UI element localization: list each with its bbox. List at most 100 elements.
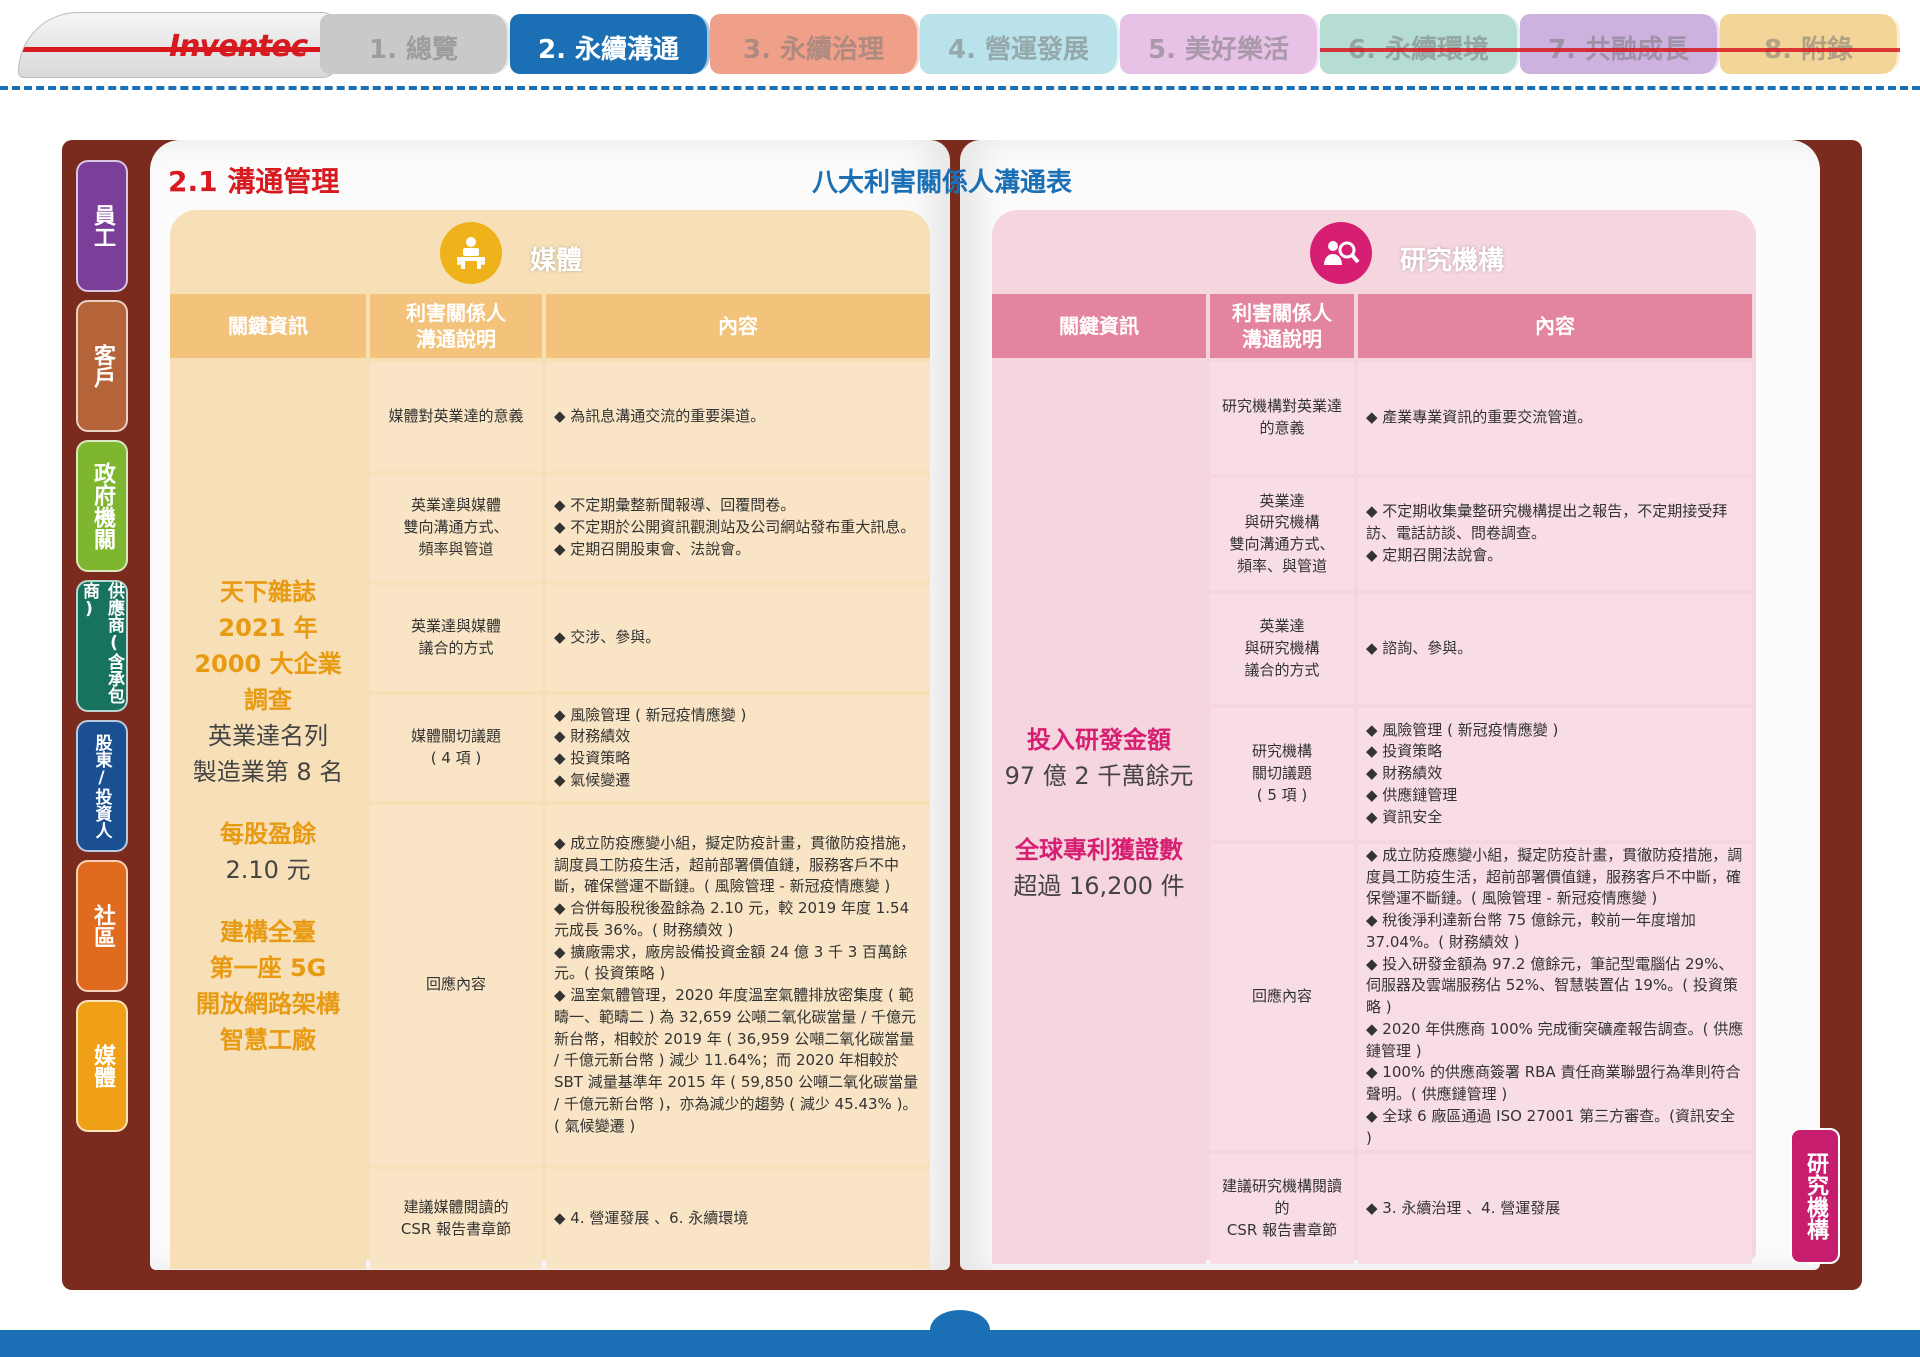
row-content: ◆ 產業專業資訊的重要交流管道。: [1358, 362, 1752, 474]
side-tab-4[interactable]: 供應商(含承包商): [76, 580, 128, 712]
row-description: 回應內容: [1210, 844, 1354, 1150]
header-key-info: 關鍵資訊: [170, 294, 366, 358]
row-content: ◆ 成立防疫應變小組，擬定防疫計畫，貫徹防疫措施，調度員工防疫生活，超前部署價值…: [1358, 844, 1752, 1150]
content-bullet: ◆ 稅後淨利達新台幣 75 億餘元，較前一年度增加 37.04%。( 財務績效 …: [1366, 911, 1696, 951]
row-description: 英業達與媒體 議合的方式: [370, 585, 542, 691]
row-description: 媒體關切議題 ( 4 項 ): [370, 695, 542, 801]
key-info-line: 2000 大企業: [194, 649, 342, 678]
brand-logo: Inventec: [169, 29, 308, 64]
content-bullet: ◆ 不定期收集彙整研究機構提出之報告，不定期接受拜訪、電話訪談、問卷調查。: [1366, 502, 1728, 543]
research-corner-tab[interactable]: 研究機構: [1790, 1128, 1840, 1264]
key-info-line: 每股盈餘: [220, 819, 316, 848]
nav-tab-2[interactable]: 2. 永續溝通: [510, 14, 710, 74]
media-icon: [440, 222, 502, 284]
section-title: 2.1 溝通管理: [168, 165, 340, 198]
content-bullet: ◆ 4. 營運發展 、6. 永續環境: [554, 1209, 749, 1228]
content-bullet: ◆ 2020 年供應商 100% 完成衝突礦產報告調查。( 供應鏈管理 ): [1366, 1019, 1744, 1060]
header-content: 內容: [546, 294, 930, 358]
row-description: 回應內容: [370, 805, 542, 1165]
key-info-line: 97 億 2 千萬餘元: [1004, 762, 1194, 790]
content-bullet: ◆ 100% 的供應商簽署 RBA 責任商業聯盟行為準則符合聲明。( 供應鏈管理…: [1366, 1063, 1741, 1103]
media-table: 關鍵資訊 利害關係人 溝通說明 內容 天下雜誌 2021 年 2000 大企業 調查 英業達名…: [170, 294, 930, 1269]
key-info-line: 2021 年: [218, 613, 318, 642]
content-bullet: ◆ 投資策略: [1366, 742, 1443, 761]
nav-tab-7[interactable]: 7. 共融成長: [1520, 14, 1720, 74]
decorative-dashed-line: [0, 86, 1920, 90]
content-bullet: ◆ 供應鏈管理: [1366, 785, 1458, 804]
content-bullet: ◆ 諮詢、參與。: [1366, 639, 1473, 658]
top-navigation: Inventec 1. 總覽 2. 永續溝通 3. 永續治理 4. 營運發展 5. 美好…: [0, 0, 1920, 96]
content-bullet: ◆ 風險管理 ( 新冠疫情應變 ): [1366, 720, 1559, 739]
header-description: 利害關係人 溝通說明: [370, 294, 542, 358]
content-bullet: ◆ 財務績效: [1366, 764, 1443, 783]
row-content: ◆ 諮詢、參與。: [1358, 594, 1752, 704]
key-info-cell: 天下雜誌 2021 年 2000 大企業 調查 英業達名列 製造業第 8 名每股盈餘 2.1…: [170, 362, 366, 1269]
content-bullet: ◆ 風險管理 ( 新冠疫情應變 ): [554, 705, 747, 724]
content-bullet: ◆ 財務績效: [554, 727, 631, 746]
row-content: ◆ 風險管理 ( 新冠疫情應變 ) ◆ 投資策略 ◆ 財務績效 ◆ 供應鏈管理 ◆ 資訊…: [1358, 708, 1752, 840]
nav-tab-1[interactable]: 1. 總覽: [320, 14, 510, 74]
key-info-line: 第一座 5G: [209, 953, 327, 982]
content-bullet: ◆ 氣候變遷: [554, 770, 631, 789]
header-content: 內容: [1358, 294, 1752, 358]
research-table: 關鍵資訊 利害關係人 溝通說明 內容投入研發金額 97 億 2 千萬餘元 全球專利獲證數…: [992, 294, 1756, 1264]
row-description: 建議研究機構閱讀的 CSR 報告書章節: [1210, 1154, 1354, 1264]
content-bullet: ◆ 全球 6 廠區通過 ISO 27001 第三方審查。(資訊安全 ): [1366, 1106, 1736, 1147]
bottom-bar: [0, 1330, 1920, 1357]
content-bullet: ◆ 成立防疫應變小組，擬定防疫計畫，貫徹防疫措施，調度員工防疫生活，超前部署價值…: [1366, 845, 1743, 908]
row-description: 建議媒體閱讀的 CSR 報告書章節: [370, 1169, 542, 1269]
chapter-tabs: 1. 總覽 2. 永續溝通 3. 永續治理 4. 營運發展 5. 美好樂活 6. 永續環境…: [320, 14, 1900, 76]
key-info-line: 英業達名列: [208, 721, 328, 750]
content-bullet: ◆ 3. 永續治理 、4. 營運發展: [1366, 1199, 1561, 1218]
header-key-info: 關鍵資訊: [992, 294, 1206, 358]
content-bullet: ◆ 為訊息溝通交流的重要渠道。: [554, 406, 766, 425]
train-logo-graphic: Inventec: [18, 12, 338, 78]
nav-tab-4[interactable]: 4. 營運發展: [920, 14, 1120, 74]
content-bullet: ◆ 產業專業資訊的重要交流管道。: [1366, 408, 1593, 427]
row-content: ◆ 風險管理 ( 新冠疫情應變 ) ◆ 財務績效 ◆ 投資策略 ◆ 氣候變遷: [546, 695, 930, 801]
row-description: 英業達 與研究機構 議合的方式: [1210, 594, 1354, 704]
side-tab-6[interactable]: 社區: [76, 860, 128, 992]
content-bullet: ◆ 資訊安全: [1366, 807, 1443, 826]
key-info-line: 天下雜誌: [220, 577, 316, 606]
media-panel-title: 媒體: [530, 246, 583, 276]
key-info-line: 開放網路架構: [196, 989, 340, 1018]
row-content: ◆ 3. 永續治理 、4. 營運發展: [1358, 1154, 1752, 1264]
side-tab-7[interactable]: 媒體: [76, 1000, 128, 1132]
header-description: 利害關係人 溝通說明: [1210, 294, 1354, 358]
row-content: ◆ 為訊息溝通交流的重要渠道。: [546, 362, 930, 471]
key-info-line: 投入研發金額: [1027, 726, 1171, 754]
content-bullet: ◆ 成立防疫應變小組，擬定防疫計畫，貫徹防疫措施，調度員工防疫生活，超前部署價值…: [554, 833, 916, 896]
nav-tab-8[interactable]: 8. 附錄: [1720, 14, 1900, 74]
key-info-line: 智慧工廠: [220, 1025, 316, 1054]
nav-tab-5[interactable]: 5. 美好樂活: [1120, 14, 1320, 74]
row-content: ◆ 4. 營運發展 、6. 永續環境: [546, 1169, 930, 1269]
content-bullet: ◆ 擴廠需求，廠房設備投資金額 24 億 3 千 3 百萬餘元。( 投資策略 ): [554, 942, 908, 983]
key-info-line: 超過 16,200 件: [1013, 872, 1185, 900]
content-bullet: ◆ 溫室氣體管理，2020 年度溫室氣體排放密集度 ( 範疇一、範疇二 ) 為 …: [554, 986, 919, 1135]
key-info-line: 建構全臺: [220, 917, 316, 946]
nav-tab-6[interactable]: 6. 永續環境: [1320, 14, 1520, 74]
key-info-line: 製造業第 8 名: [192, 757, 344, 786]
row-content: ◆ 不定期收集彙整研究機構提出之報告，不定期接受拜訪、電話訪談、問卷調查。 ◆ 定…: [1358, 478, 1752, 590]
nav-tab-3[interactable]: 3. 永續治理: [710, 14, 920, 74]
content-bullet: ◆ 投入研發金額為 97.2 億餘元，筆記型電腦佔 29%、伺服器及雲端服務佔 …: [1366, 954, 1738, 1017]
content-bullet: ◆ 合併每股稅後盈餘為 2.10 元，較 2019 年度 1.54 元成長 36…: [554, 899, 910, 939]
key-info-line: 全球專利獲證數: [1015, 836, 1183, 864]
key-info-cell: 投入研發金額 97 億 2 千萬餘元 全球專利獲證數 超過 16,200 件: [992, 362, 1206, 1264]
content-bullet: ◆ 交涉、參與。: [554, 628, 661, 647]
side-tab-2[interactable]: 客戶: [76, 300, 128, 432]
side-tab-1[interactable]: 員工: [76, 160, 128, 292]
row-description: 研究機構 關切議題 ( 5 項 ): [1210, 708, 1354, 840]
side-tab-3[interactable]: 政府機關: [76, 440, 128, 572]
row-content: ◆ 不定期彙整新聞報導、回覆問卷。 ◆ 不定期於公開資訊觀測站及公司網站發布重大訊…: [546, 475, 930, 581]
research-icon: [1310, 222, 1372, 284]
side-tab-5[interactable]: 股東/投資人: [76, 720, 128, 852]
row-description: 研究機構對英業達 的意義: [1210, 362, 1354, 474]
content-bullet: ◆ 不定期彙整新聞報導、回覆問卷。: [554, 496, 796, 515]
research-panel-title: 研究機構: [1400, 246, 1505, 276]
content-bullet: ◆ 投資策略: [554, 749, 631, 767]
content-bullet: ◆ 定期召開法說會。: [1366, 545, 1503, 564]
content-bullet: ◆ 不定期於公開資訊觀測站及公司網站發布重大訊息。: [554, 518, 916, 537]
row-description: 英業達 與研究機構 雙向溝通方式、 頻率、與管道: [1210, 478, 1354, 590]
